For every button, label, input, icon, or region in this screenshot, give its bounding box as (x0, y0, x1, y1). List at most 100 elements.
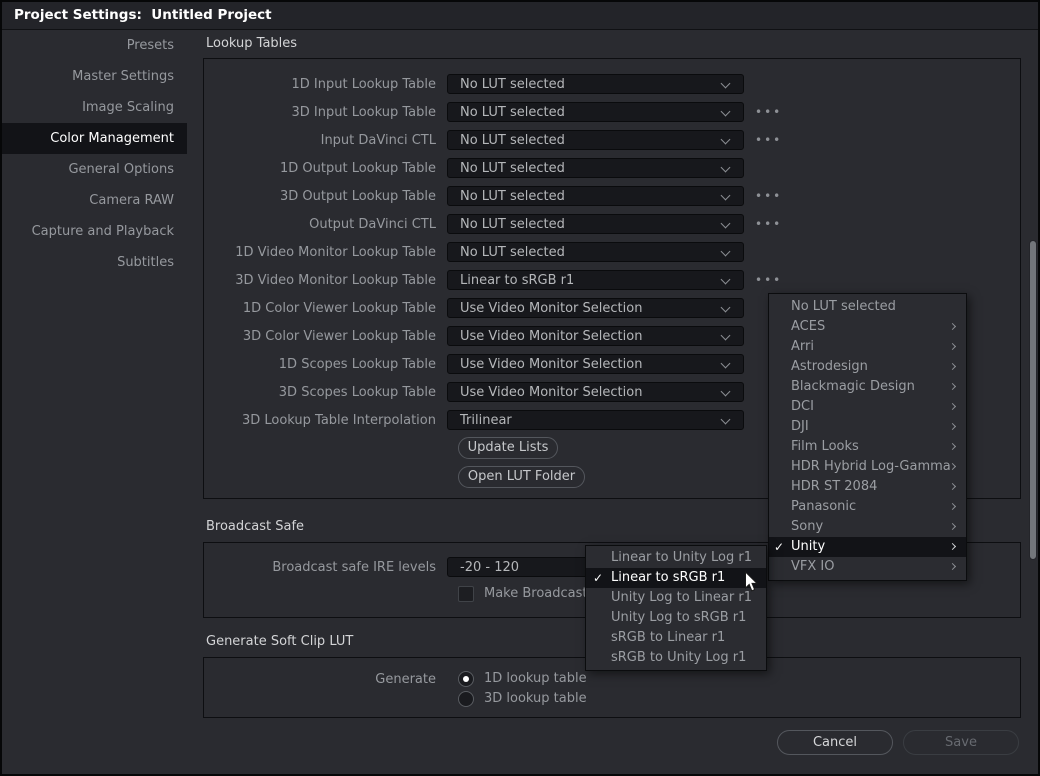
dropdown-1d-video-monitor-lut[interactable]: No LUT selected (447, 242, 744, 262)
submenu-item-linear-to-unity-log[interactable]: Linear to Unity Log r1 (586, 548, 766, 568)
chevron-right-icon (949, 363, 956, 370)
chevron-right-icon (949, 483, 956, 490)
menu-item-film-looks[interactable]: Film Looks (769, 437, 966, 457)
lut-category-menu: No LUT selected ACES Arri Astrodesign Bl… (768, 293, 967, 581)
generate-label: Generate (207, 672, 447, 688)
submenu-item-srgb-to-linear[interactable]: sRGB to Linear r1 (586, 628, 766, 648)
dropdown-value: Use Video Monitor Selection (448, 357, 743, 372)
vertical-scrollbar-thumb[interactable] (1029, 240, 1037, 560)
menu-item-label: Arri (791, 339, 814, 354)
submenu-item-linear-to-srgb[interactable]: ✓Linear to sRGB r1 (586, 568, 766, 588)
menu-item-label: Astrodesign (791, 359, 868, 374)
dropdown-value: No LUT selected (448, 77, 743, 92)
chevron-down-icon (722, 416, 730, 424)
dropdown-1d-color-viewer-lut[interactable]: Use Video Monitor Selection (447, 298, 744, 318)
menu-item-unity[interactable]: ✓ Unity (769, 537, 966, 557)
menu-item-panasonic[interactable]: Panasonic (769, 497, 966, 517)
menu-item-dji[interactable]: DJI (769, 417, 966, 437)
chevron-down-icon (722, 360, 730, 368)
chevron-right-icon (949, 323, 956, 330)
menu-item-label: Unity (791, 539, 825, 554)
chevron-right-icon (949, 343, 956, 350)
chevron-down-icon (722, 192, 730, 200)
dropdown-1d-output-lut[interactable]: No LUT selected (447, 158, 744, 178)
dropdown-3d-lut-interpolation[interactable]: Trilinear (447, 410, 744, 430)
chevron-down-icon (722, 388, 730, 396)
menu-item-aces[interactable]: ACES (769, 317, 966, 337)
chevron-right-icon (949, 443, 956, 450)
lut-row-label: 3D Color Viewer Lookup Table (207, 329, 447, 344)
chevron-right-icon (949, 403, 956, 410)
chevron-down-icon (722, 80, 730, 88)
menu-item-label: Film Looks (791, 439, 859, 454)
ellipsis-options-icon[interactable]: ••• (755, 102, 782, 122)
radio-3d-lookup-table[interactable] (458, 691, 474, 707)
dropdown-3d-scopes-lut[interactable]: Use Video Monitor Selection (447, 382, 744, 402)
dropdown-value: No LUT selected (448, 161, 743, 176)
lut-row: 1D Scopes Lookup Table Use Video Monitor… (207, 354, 744, 374)
sidebar-item-capture-and-playback[interactable]: Capture and Playback (0, 216, 187, 247)
dropdown-3d-input-lut[interactable]: No LUT selected (447, 102, 744, 122)
lut-row-label: 3D Output Lookup Table (207, 189, 447, 204)
dropdown-1d-scopes-lut[interactable]: Use Video Monitor Selection (447, 354, 744, 374)
lut-row-label: 1D Scopes Lookup Table (207, 357, 447, 372)
check-icon: ✓ (774, 537, 784, 557)
menu-item-label: HDR ST 2084 (791, 479, 877, 494)
lut-row: Output DaVinci CTL No LUT selected ••• (207, 214, 782, 234)
chevron-right-icon (949, 423, 956, 430)
dropdown-output-davinci-ctl[interactable]: No LUT selected (447, 214, 744, 234)
dropdown-3d-color-viewer-lut[interactable]: Use Video Monitor Selection (447, 326, 744, 346)
menu-item-sony[interactable]: Sony (769, 517, 966, 537)
dropdown-3d-output-lut[interactable]: No LUT selected (447, 186, 744, 206)
menu-item-astrodesign[interactable]: Astrodesign (769, 357, 966, 377)
lookup-tables-section-title: Lookup Tables (206, 36, 297, 52)
check-icon: ✓ (593, 568, 603, 588)
radio-1d-lookup-table-label: 1D lookup table (484, 671, 587, 687)
radio-1d-lookup-table[interactable] (458, 671, 474, 687)
submenu-item-unity-log-to-srgb[interactable]: Unity Log to sRGB r1 (586, 608, 766, 628)
sidebar-item-camera-raw[interactable]: Camera RAW (0, 185, 187, 216)
ellipsis-options-icon[interactable]: ••• (755, 130, 782, 150)
ellipsis-options-icon[interactable]: ••• (755, 270, 782, 290)
lut-row: 3D Input Lookup Table No LUT selected ••… (207, 102, 782, 122)
menu-item-hdr-st-2084[interactable]: HDR ST 2084 (769, 477, 966, 497)
lut-row-label: 3D Scopes Lookup Table (207, 385, 447, 400)
lut-row-label: 3D Input Lookup Table (207, 105, 447, 120)
submenu-item-srgb-to-unity-log[interactable]: sRGB to Unity Log r1 (586, 648, 766, 668)
menu-item-arri[interactable]: Arri (769, 337, 966, 357)
sidebar-item-subtitles[interactable]: Subtitles (0, 247, 187, 278)
menu-item-dci[interactable]: DCI (769, 397, 966, 417)
dropdown-3d-video-monitor-lut[interactable]: Linear to sRGB r1 (447, 270, 744, 290)
open-lut-folder-button[interactable]: Open LUT Folder (458, 466, 585, 488)
soft-clip-section-title: Generate Soft Clip LUT (206, 634, 353, 650)
save-button[interactable]: Save (903, 730, 1019, 755)
dropdown-input-davinci-ctl[interactable]: No LUT selected (447, 130, 744, 150)
mouse-cursor-icon (744, 571, 759, 593)
lut-row-label: 1D Output Lookup Table (207, 161, 447, 176)
sidebar-item-master-settings[interactable]: Master Settings (0, 61, 187, 92)
dropdown-1d-input-lut[interactable]: No LUT selected (447, 74, 744, 94)
menu-item-label: Blackmagic Design (791, 379, 915, 394)
ellipsis-options-icon[interactable]: ••• (755, 186, 782, 206)
ellipsis-options-icon[interactable]: ••• (755, 214, 782, 234)
lut-row: 1D Input Lookup Table No LUT selected (207, 74, 744, 94)
menu-item-label: DCI (791, 399, 814, 414)
lut-row: Input DaVinci CTL No LUT selected ••• (207, 130, 782, 150)
cancel-button[interactable]: Cancel (777, 730, 893, 755)
menu-item-vfx-io[interactable]: VFX IO (769, 557, 966, 577)
menu-item-label: VFX IO (791, 559, 834, 574)
submenu-item-unity-log-to-linear[interactable]: Unity Log to Linear r1 (586, 588, 766, 608)
submenu-item-label: Unity Log to sRGB r1 (611, 610, 746, 625)
sidebar-item-presets[interactable]: Presets (0, 30, 187, 61)
lut-row-label: 3D Video Monitor Lookup Table (207, 273, 447, 288)
menu-item-blackmagic-design[interactable]: Blackmagic Design (769, 377, 966, 397)
menu-item-hdr-hybrid-log-gamma[interactable]: HDR Hybrid Log-Gamma (769, 457, 966, 477)
sidebar-item-image-scaling[interactable]: Image Scaling (0, 92, 187, 123)
update-lists-button[interactable]: Update Lists (458, 437, 558, 459)
dropdown-value: No LUT selected (448, 189, 743, 204)
lut-row: 1D Output Lookup Table No LUT selected (207, 158, 744, 178)
make-broadcast-safe-checkbox[interactable] (458, 586, 474, 602)
sidebar-item-color-management[interactable]: Color Management (0, 123, 187, 154)
menu-item-no-lut-selected[interactable]: No LUT selected (769, 297, 966, 317)
sidebar-item-general-options[interactable]: General Options (0, 154, 187, 185)
